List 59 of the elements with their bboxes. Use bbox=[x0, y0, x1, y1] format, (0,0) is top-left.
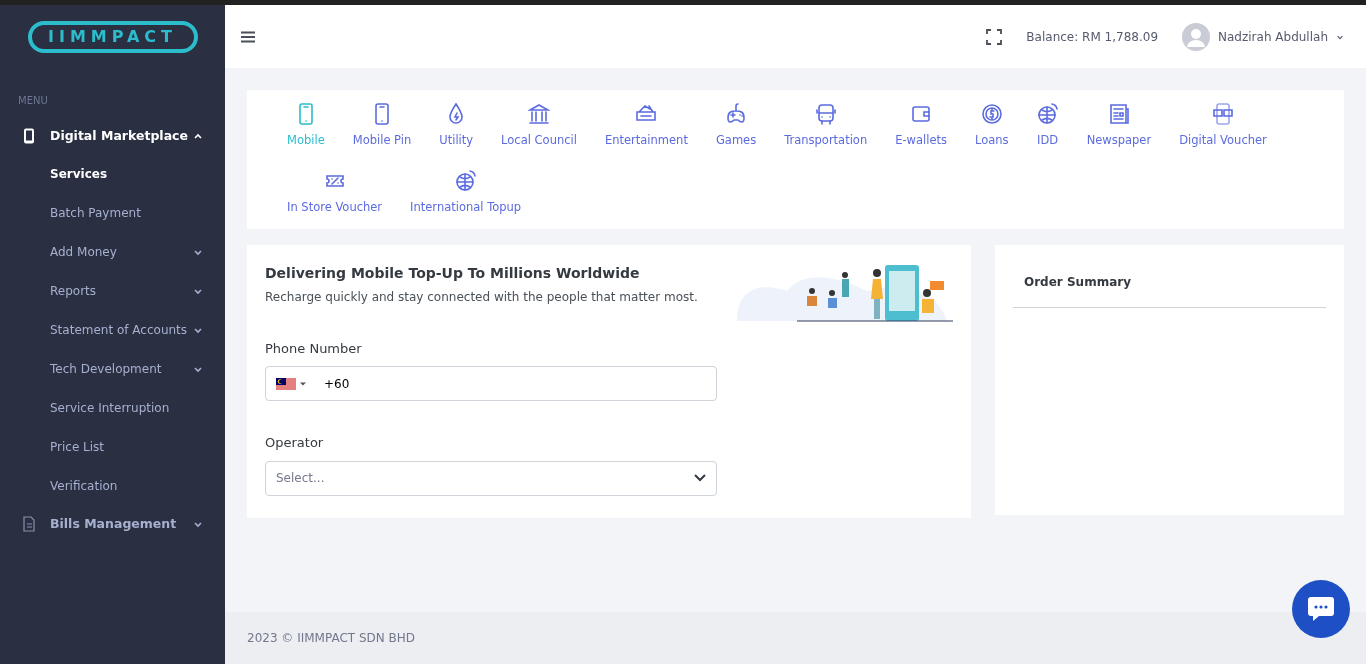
service-tab[interactable]: Entertainment bbox=[594, 100, 698, 152]
chevron-icon bbox=[193, 325, 203, 336]
chevron-icon bbox=[193, 247, 203, 258]
user-menu[interactable]: Nadzirah Abdullah bbox=[1182, 22, 1344, 51]
menu-heading: MENU bbox=[17, 94, 49, 108]
chevron-icon bbox=[193, 286, 203, 297]
sidebar-subitem[interactable]: Service Interruption bbox=[0, 388, 225, 428]
sidebar-subitem[interactable]: Batch Payment bbox=[0, 193, 225, 233]
fullscreen-icon bbox=[986, 29, 1003, 45]
service-tab[interactable]: Games bbox=[705, 100, 767, 152]
menu-icon bbox=[241, 31, 255, 43]
coin-icon bbox=[980, 102, 1003, 126]
document-icon bbox=[22, 516, 36, 533]
globe-icon bbox=[1036, 102, 1059, 126]
sidebar-subitem[interactable]: Statement of Accounts bbox=[0, 310, 225, 350]
sidebar-subitem[interactable]: Services bbox=[0, 154, 225, 194]
logo: IIMMPACT bbox=[27, 21, 198, 53]
globe-icon bbox=[454, 169, 477, 194]
phone-field[interactable]: +60 bbox=[265, 366, 717, 401]
sidebar-subitem[interactable]: Add Money bbox=[0, 232, 225, 272]
phone-label: Phone Number bbox=[265, 339, 363, 358]
chevron-icon bbox=[193, 364, 203, 375]
sidebar-item[interactable]: Bills Management bbox=[0, 505, 225, 543]
bus-icon bbox=[814, 102, 837, 126]
bank-building-icon bbox=[528, 102, 550, 126]
service-tab[interactable]: Loans bbox=[965, 100, 1019, 152]
sidebar-item[interactable]: Digital Marketplace bbox=[0, 118, 225, 155]
sidebar-subitem[interactable]: Price List bbox=[0, 427, 225, 467]
gamepad-icon bbox=[725, 102, 748, 126]
service-tab[interactable]: Digital Voucher bbox=[1169, 100, 1277, 152]
copyright-text: 2023 © IIMMPACT SDN BHD bbox=[247, 630, 416, 647]
operator-label: Operator bbox=[265, 434, 325, 452]
operator-select[interactable]: Select... bbox=[265, 460, 717, 496]
balance-text: Balance: RM 1,788.09 bbox=[1026, 28, 1159, 46]
card-subtitle: Recharge quickly and stay connected with the people that matter most. bbox=[265, 288, 698, 306]
service-tab[interactable]: Transportation bbox=[774, 100, 878, 152]
phone-icon bbox=[22, 128, 36, 145]
sidebar-subitem[interactable]: Reports bbox=[0, 271, 225, 311]
service-tab[interactable]: E-wallets bbox=[885, 100, 958, 152]
chat-button[interactable] bbox=[1292, 580, 1350, 638]
chat-bubble-icon bbox=[1307, 596, 1335, 622]
chevron-icon bbox=[193, 519, 203, 530]
service-tab[interactable]: In Store Voucher bbox=[277, 167, 393, 219]
service-tab[interactable]: Newspaper bbox=[1076, 100, 1162, 152]
service-tab[interactable]: IDD bbox=[1026, 100, 1069, 152]
service-tab[interactable]: Local Council bbox=[491, 100, 587, 152]
card-title: Delivering Mobile Top-Up To Millions Worldwide bbox=[265, 263, 641, 283]
chevron-icon bbox=[694, 474, 706, 482]
newspaper-icon bbox=[1107, 102, 1130, 126]
service-tab[interactable]: Utility bbox=[429, 100, 484, 152]
sidebar-subitem[interactable]: Tech Development bbox=[0, 349, 225, 389]
service-tab[interactable]: Mobile Pin bbox=[342, 100, 422, 152]
voucher-icon bbox=[1212, 102, 1234, 126]
sidebar-subitem[interactable]: Verification bbox=[0, 466, 225, 506]
flag-icon bbox=[276, 377, 296, 390]
order-summary-title: Order Summary bbox=[1013, 262, 1326, 308]
service-tab[interactable]: International Topup bbox=[400, 167, 532, 219]
caret-icon bbox=[300, 380, 306, 387]
avatar-icon bbox=[1182, 22, 1211, 51]
